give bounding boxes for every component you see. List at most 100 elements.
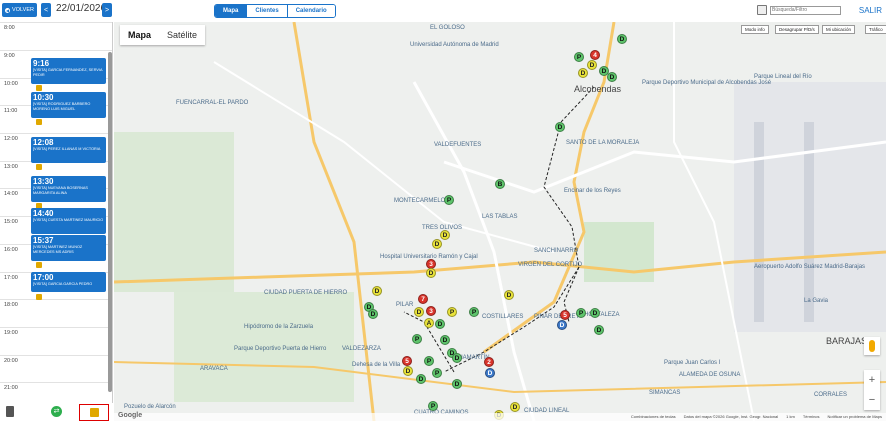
map-marker[interactable]: D: [578, 68, 588, 78]
map-marker[interactable]: D: [557, 320, 567, 330]
map-marker[interactable]: D: [485, 368, 495, 378]
trash-icon[interactable]: [6, 406, 14, 417]
map-marker[interactable]: 4: [590, 50, 600, 60]
appointment-card[interactable]: 13:30 [VISITA] NUEVANA BOSERNAS MARGARIT…: [31, 176, 106, 202]
back-arrow-icon: ◀: [5, 7, 11, 13]
place-label: Parque Deportivo Puerta de Hierro: [234, 346, 327, 352]
exit-button[interactable]: SALIR: [859, 6, 882, 15]
map-marker[interactable]: B: [495, 179, 505, 189]
zoom-in-button[interactable]: +: [864, 370, 880, 390]
appointment-card[interactable]: 9:16 [VISITA] GARCIA FERNANDEZ, SERVIA P…: [31, 58, 106, 84]
map-marker[interactable]: D: [617, 34, 627, 44]
lock-icon: [36, 262, 42, 268]
map-marker[interactable]: P: [428, 401, 438, 411]
map-marker[interactable]: P: [469, 307, 479, 317]
map-data-notice: Datos del mapa ©2026 Google, Inst. Geogr…: [683, 414, 779, 419]
terms-link[interactable]: Términos: [803, 413, 820, 421]
map-marker[interactable]: 2: [484, 357, 494, 367]
map-marker[interactable]: D: [607, 72, 617, 82]
back-label: VOLVER: [12, 7, 34, 13]
map-marker[interactable]: D: [414, 307, 424, 317]
map-type-satellite[interactable]: Satélite: [159, 25, 205, 45]
map-marker[interactable]: D: [590, 308, 600, 318]
ungroup-button[interactable]: Desagrupar P/D/s: [775, 25, 819, 34]
place-label: FUENCARRAL-EL PARDO: [176, 100, 249, 106]
map-marker[interactable]: D: [510, 402, 520, 412]
map-marker[interactable]: D: [452, 379, 462, 389]
search-input[interactable]: [770, 5, 841, 15]
place-label: Universidad Autónoma de Madrid: [410, 42, 499, 48]
appointment-card[interactable]: 15:37 [VISITA] MARTINEZ MUNOZ MERCEDES M…: [31, 235, 106, 261]
place-label: ARAVACA: [200, 366, 228, 372]
keyboard-shortcuts-link[interactable]: Combinaciones de teclas: [631, 413, 676, 421]
place-label: Dehesa de la Villa: [352, 362, 401, 368]
place-label: SANCHINARRO: [534, 248, 579, 254]
report-problem-link[interactable]: Notificar un problema de Maps: [828, 413, 882, 421]
hour-row: 18:00: [0, 299, 112, 308]
map-marker[interactable]: D: [440, 335, 450, 345]
appointment-card[interactable]: 10:30 [VISITA] RODRIGUEZ BARBERO MORENO …: [31, 92, 106, 118]
map-marker[interactable]: D: [440, 230, 450, 240]
place-label: COSTILLARES: [482, 314, 524, 320]
info-mode-button[interactable]: Modo info: [741, 25, 769, 34]
prev-day-button[interactable]: <: [41, 3, 51, 17]
my-location-button[interactable]: Mi ubicación: [822, 25, 856, 34]
map-marker[interactable]: D: [368, 309, 378, 319]
tab-clientes[interactable]: Clientes: [247, 5, 288, 17]
map-marker[interactable]: D: [426, 268, 436, 278]
map-marker[interactable]: P: [447, 307, 457, 317]
street-view-pegman-icon[interactable]: [864, 337, 880, 355]
map-marker[interactable]: D: [504, 290, 514, 300]
map-marker[interactable]: D: [555, 122, 565, 132]
map-type-map[interactable]: Mapa: [120, 25, 159, 45]
map-marker[interactable]: 3: [426, 306, 436, 316]
search-icon[interactable]: [757, 5, 767, 15]
map-marker[interactable]: P: [424, 356, 434, 366]
map-marker[interactable]: P: [576, 308, 586, 318]
map-marker[interactable]: P: [574, 52, 584, 62]
appointment-card[interactable]: 17:00 [VISITA] GARCIA GARCIA PEDRO: [31, 272, 106, 292]
route-map[interactable]: Mapa Satélite Modo info Desagrupar P/D/s…: [114, 22, 886, 421]
tab-mapa[interactable]: Mapa: [215, 5, 248, 17]
place-label: Aeropuerto Adolfo Suárez Madrid-Barajas: [754, 264, 866, 270]
map-marker[interactable]: 5: [402, 356, 412, 366]
place-label: Alcobendas: [574, 84, 622, 94]
lock-icon: [36, 294, 42, 300]
map-marker[interactable]: D: [432, 239, 442, 249]
appointment-card[interactable]: 14:40 [VISITA] CUESTA MARTINEZ MAURICIO: [31, 208, 106, 234]
map-marker[interactable]: D: [587, 60, 597, 70]
map-marker[interactable]: D: [594, 325, 604, 335]
swap-icon[interactable]: ⇄: [51, 406, 62, 417]
lock-icon: [36, 119, 42, 125]
map-marker[interactable]: D: [416, 374, 426, 384]
next-day-button[interactable]: >: [102, 3, 112, 17]
back-button[interactable]: ◀ VOLVER: [2, 3, 37, 17]
lock-button[interactable]: [79, 404, 109, 421]
place-label: EL GOLOSO: [430, 25, 465, 31]
map-marker[interactable]: D: [452, 353, 462, 363]
map-marker[interactable]: 5: [560, 310, 570, 320]
map-marker[interactable]: A: [424, 318, 434, 328]
lock-icon: [36, 164, 42, 170]
map-marker[interactable]: P: [444, 195, 454, 205]
map-marker[interactable]: P: [432, 368, 442, 378]
lock-icon: [36, 85, 42, 91]
zoom-out-button[interactable]: −: [864, 390, 880, 410]
view-tabs: Mapa Clientes Calendario: [214, 4, 336, 18]
map-marker[interactable]: D: [435, 319, 445, 329]
traffic-button[interactable]: Tráfico: [865, 25, 886, 34]
map-marker[interactable]: 7: [418, 294, 428, 304]
hour-row: 12:00: [0, 133, 112, 142]
appointment-card[interactable]: 12:08 [VISITA] PEREZ ILLANAS M VICTORIA: [31, 137, 106, 163]
map-marker[interactable]: D: [372, 286, 382, 296]
timeline-scrollbar[interactable]: [108, 52, 112, 392]
place-label: SANTO DE LA MORALEJA: [566, 140, 640, 146]
place-label: ALAMEDA DE OSUNA: [679, 372, 741, 378]
current-date: 22/01/2026: [56, 3, 107, 14]
map-marker[interactable]: D: [403, 366, 413, 376]
map-marker[interactable]: P: [412, 334, 422, 344]
day-timeline[interactable]: 8:00 9:00 10:00 11:00 12:00 13:00 14:00 …: [0, 22, 113, 403]
place-label: PILAR: [396, 302, 414, 308]
lock-icon: [89, 408, 99, 417]
tab-calendario[interactable]: Calendario: [287, 5, 335, 17]
